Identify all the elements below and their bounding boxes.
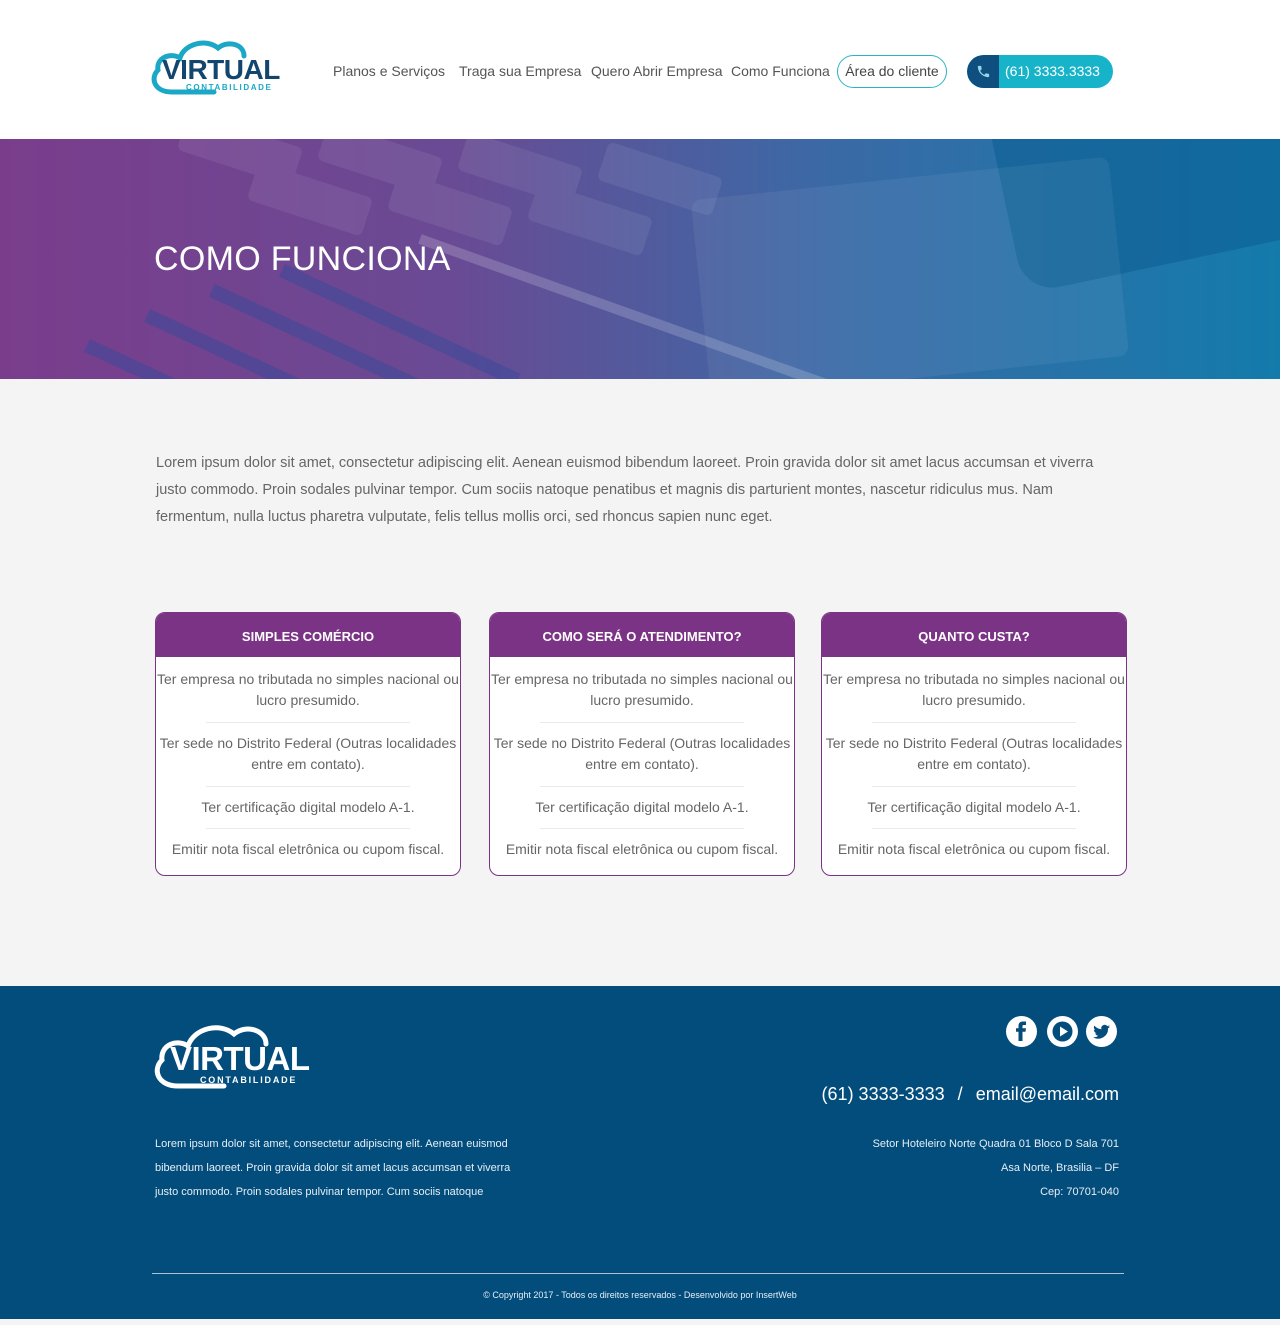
nav-abrir-empresa[interactable]: Quero Abrir Empresa <box>591 62 723 80</box>
card-item: Ter empresa no tributada no simples naci… <box>157 671 459 708</box>
card-quanto-custa: QUANTO CUSTA? Ter empresa no tributada n… <box>821 612 1127 876</box>
footer-phone[interactable]: (61) 3333-3333 <box>822 1084 945 1104</box>
card-item: Ter certificação digital modelo A-1. <box>535 799 749 815</box>
page-title: COMO FUNCIONA <box>154 240 451 278</box>
card-item: Emitir nota fiscal eletrônica ou cupom f… <box>837 841 1111 857</box>
copyright: © Copyright 2017 - Todos os direitos res… <box>483 1290 797 1300</box>
phone-icon <box>977 65 990 78</box>
divider <box>206 828 410 829</box>
facebook-icon[interactable] <box>1006 1016 1037 1047</box>
divider <box>206 786 410 787</box>
intro-paragraph: Lorem ipsum dolor sit amet, consectetur … <box>156 455 1094 525</box>
logo-tagline: CONTABILIDADE <box>186 83 273 92</box>
divider <box>540 786 744 787</box>
card-item: Ter certificação digital modelo A-1. <box>867 799 1081 815</box>
nav-planos-servicos[interactable]: Planos e Serviços <box>333 62 445 80</box>
address-line: Asa Norte, Brasilia – DF <box>1001 1162 1119 1174</box>
footer-divider <box>152 1273 1124 1274</box>
card-item: Emitir nota fiscal eletrônica ou cupom f… <box>171 841 445 857</box>
site-footer: VIRTUAL CONTABILIDADE Lorem ipsum dolor … <box>0 986 1280 1319</box>
logo-wordmark: VIRTUAL <box>162 54 280 85</box>
site-header: VIRTUAL CONTABILIDADE Planos e Serviços … <box>0 0 1280 139</box>
footer-email[interactable]: email@email.com <box>976 1084 1119 1104</box>
divider <box>872 786 1076 787</box>
divider <box>206 722 410 723</box>
card-item: Ter sede no Distrito Federal (Outras loc… <box>825 735 1123 772</box>
phone-cap <box>967 55 999 88</box>
card-item: Ter empresa no tributada no simples naci… <box>823 671 1125 708</box>
card-item: Ter sede no Distrito Federal (Outras loc… <box>493 735 791 772</box>
card-item: Ter sede no Distrito Federal (Outras loc… <box>159 735 457 772</box>
brand-logo[interactable]: VIRTUAL CONTABILIDADE <box>148 36 288 100</box>
card-title: QUANTO CUSTA? <box>822 613 1126 657</box>
phone-button[interactable]: (61) 3333.3333 <box>967 55 1113 88</box>
divider <box>872 722 1076 723</box>
card-item: Emitir nota fiscal eletrônica ou cupom f… <box>505 841 779 857</box>
divider <box>540 722 744 723</box>
footer-logo-wordmark: VIRTUAL <box>170 1040 310 1077</box>
footer-about: Lorem ipsum dolor sit amet, consectetur … <box>155 1138 511 1198</box>
contact-separator: / <box>957 1084 963 1104</box>
divider <box>872 828 1076 829</box>
twitter-icon[interactable] <box>1086 1016 1117 1047</box>
footer-logo[interactable]: VIRTUAL CONTABILIDADE <box>152 1020 322 1094</box>
address-line: Cep: 70701-040 <box>1040 1186 1119 1198</box>
card-title: SIMPLES COMÉRCIO <box>156 613 460 657</box>
footer-logo-tagline: CONTABILIDADE <box>200 1075 298 1085</box>
card-atendimento: COMO SERÁ O ATENDIMENTO? Ter empresa no … <box>489 612 795 876</box>
footer-contact: (61) 3333-3333 / email@email.com <box>822 1083 1119 1105</box>
address-line: Setor Hoteleiro Norte Quadra 01 Bloco D … <box>872 1138 1119 1150</box>
hero-banner: COMO FUNCIONA <box>0 139 1280 379</box>
nav-como-funciona[interactable]: Como Funciona <box>731 62 830 80</box>
footer-address: Setor Hoteleiro Norte Quadra 01 Bloco D … <box>873 1132 1119 1204</box>
client-area-button[interactable]: Área do cliente <box>837 55 947 88</box>
phone-number: (61) 3333.3333 <box>1005 63 1100 79</box>
card-title: COMO SERÁ O ATENDIMENTO? <box>490 613 794 657</box>
card-simples-comercio: SIMPLES COMÉRCIO Ter empresa no tributad… <box>155 612 461 876</box>
divider <box>540 828 744 829</box>
youtube-icon[interactable] <box>1047 1016 1078 1047</box>
card-item: Ter empresa no tributada no simples naci… <box>491 671 793 708</box>
nav-traga-empresa[interactable]: Traga sua Empresa <box>459 62 581 80</box>
card-item: Ter certificação digital modelo A-1. <box>201 799 415 815</box>
